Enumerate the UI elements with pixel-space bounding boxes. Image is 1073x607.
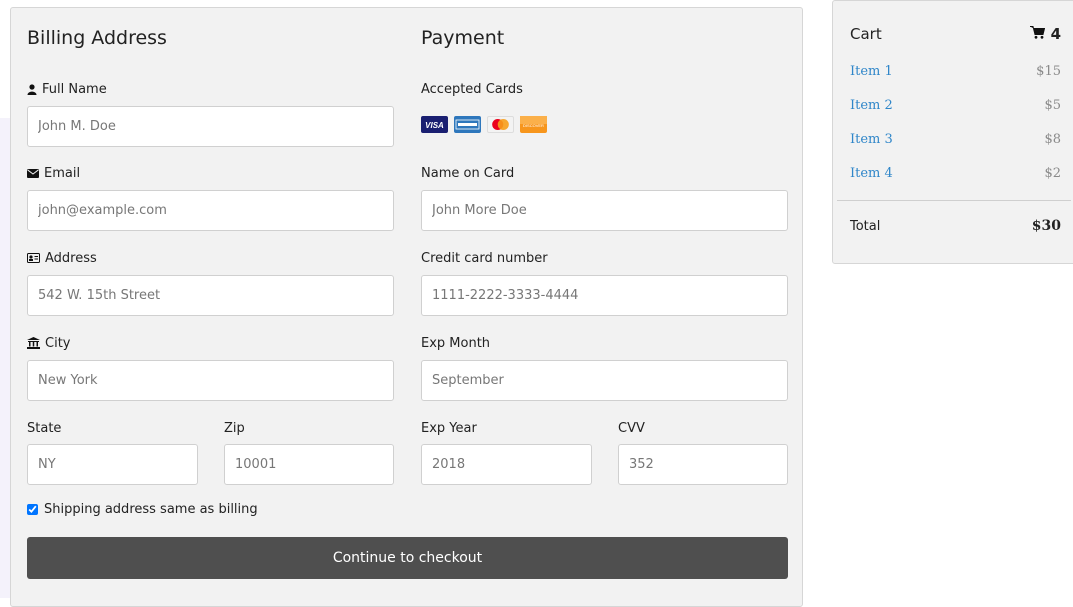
state-label: State	[27, 420, 62, 436]
card-number-label: Credit card number	[421, 250, 548, 266]
exp-month-input[interactable]	[421, 360, 788, 401]
amex-icon	[454, 116, 481, 133]
cart-total-label: Total	[850, 219, 881, 234]
checkout-form-panel: Billing Address Payment Full Name Email …	[10, 7, 803, 607]
name-on-card-input[interactable]	[421, 190, 788, 231]
address-label: Address	[27, 249, 97, 267]
accepted-cards: VISA DISCOVER	[421, 116, 547, 133]
cart-item: Item 1 $15	[850, 64, 1061, 82]
mastercard-icon	[487, 116, 514, 133]
cart-divider	[837, 200, 1071, 201]
cvv-input[interactable]	[618, 444, 788, 485]
card-number-input[interactable]	[421, 275, 788, 316]
cart-item-price: $8	[1044, 132, 1061, 147]
continue-checkout-button[interactable]: Continue to checkout	[27, 537, 788, 579]
cart-item-link[interactable]: Item 3	[850, 132, 893, 147]
billing-title: Billing Address	[27, 27, 167, 49]
envelope-icon	[27, 168, 39, 178]
state-input[interactable]	[27, 444, 198, 485]
cart-count: 4	[1029, 25, 1061, 43]
city-input[interactable]	[27, 360, 394, 401]
exp-month-label: Exp Month	[421, 335, 491, 351]
svg-text:VISA: VISA	[425, 121, 444, 130]
visa-icon: VISA	[421, 116, 448, 133]
cart-item-link[interactable]: Item 4	[850, 166, 893, 181]
cart-item-link[interactable]: Item 1	[850, 64, 893, 79]
shopping-cart-icon	[1029, 25, 1045, 43]
cart-title: Cart	[850, 25, 882, 43]
accepted-cards-label: Accepted Cards	[421, 81, 523, 97]
discover-icon: DISCOVER	[520, 116, 547, 133]
shipping-same-label: Shipping address same as billing	[44, 502, 258, 517]
cart-item-price: $15	[1036, 64, 1061, 79]
cart-item-price: $2	[1044, 166, 1061, 181]
cart-item: Item 2 $5	[850, 98, 1061, 116]
cart-item-link[interactable]: Item 2	[850, 98, 893, 113]
full-name-label: Full Name	[27, 80, 107, 98]
cart-panel: Cart 4 Item 1 $15 Item 2 $5 Item 3 $8 It…	[832, 0, 1073, 264]
exp-year-input[interactable]	[421, 444, 592, 485]
payment-title: Payment	[421, 27, 505, 49]
cvv-label: CVV	[618, 420, 645, 436]
zip-label: Zip	[224, 420, 245, 436]
city-label: City	[27, 334, 70, 352]
exp-year-label: Exp Year	[421, 420, 477, 436]
institution-icon	[27, 337, 40, 349]
cart-item: Item 3 $8	[850, 132, 1061, 150]
address-card-icon	[27, 253, 40, 263]
svg-text:DISCOVER: DISCOVER	[523, 123, 544, 128]
shipping-same-checkbox[interactable]	[27, 504, 38, 515]
full-name-input[interactable]	[27, 106, 394, 147]
cart-item: Item 4 $2	[850, 166, 1061, 184]
email-label: Email	[27, 164, 80, 182]
address-input[interactable]	[27, 275, 394, 316]
cart-count-value: 4	[1050, 25, 1061, 43]
name-on-card-label: Name on Card	[421, 165, 515, 181]
user-icon	[27, 83, 37, 95]
zip-input[interactable]	[224, 444, 394, 485]
email-input[interactable]	[27, 190, 394, 231]
cart-item-price: $5	[1044, 98, 1061, 113]
cart-total-value: $30	[1031, 218, 1061, 234]
shipping-same-row[interactable]: Shipping address same as billing	[27, 502, 258, 517]
